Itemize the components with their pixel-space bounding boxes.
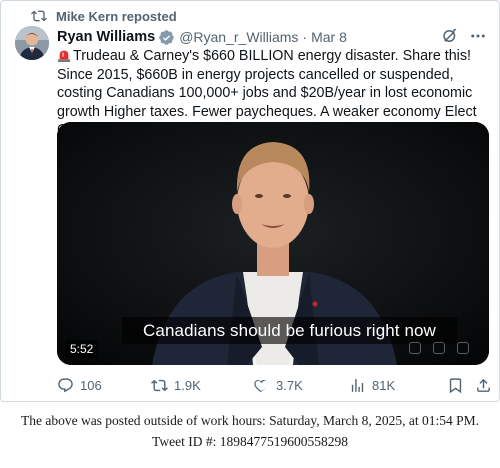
author-handle[interactable]: @Ryan_r_Williams <box>179 29 298 45</box>
repost-indicator[interactable]: Mike Kern reposted <box>31 8 177 24</box>
fullscreen-icon[interactable] <box>457 342 469 354</box>
tweet-header: Ryan Williams @Ryan_r_Williams · Mar 8 <box>57 27 487 47</box>
bookmark-icon <box>449 377 462 393</box>
video-caption: Canadians should be furious right now <box>122 317 457 344</box>
analytics-icon <box>351 378 364 392</box>
repost-button[interactable]: 1.9K <box>151 377 201 394</box>
post-date[interactable]: Mar 8 <box>311 29 347 45</box>
archive-footer: The above was posted outside of work hou… <box>0 410 500 452</box>
reply-button[interactable]: 106 <box>57 377 102 394</box>
header-actions <box>441 27 487 45</box>
video-controls <box>409 342 469 354</box>
settings-icon[interactable] <box>433 342 445 354</box>
share-button[interactable] <box>475 377 492 394</box>
siren-emoji-icon <box>57 50 71 62</box>
tweet-card[interactable]: Mike Kern reposted Ryan Williams @Ryan_r… <box>0 0 500 402</box>
reply-count: 106 <box>80 377 102 393</box>
repost-label: Mike Kern reposted <box>56 8 177 24</box>
captions-icon[interactable] <box>409 342 421 354</box>
tweet-id-note: Tweet ID #: 1898477519600558298 <box>152 434 348 449</box>
separator-dot: · <box>302 29 308 45</box>
repost-icon <box>151 379 168 391</box>
more-options-icon[interactable] <box>469 27 487 45</box>
video-player[interactable]: · · · Canadians should be furious right … <box>57 122 489 365</box>
posted-time-note: The above was posted outside of work hou… <box>20 413 480 428</box>
repost-icon <box>31 10 47 22</box>
like-count: 3.7K <box>276 377 303 393</box>
heart-icon <box>254 379 268 392</box>
like-button[interactable]: 3.7K <box>253 377 303 394</box>
author-name[interactable]: Ryan Williams <box>57 29 155 45</box>
repost-count: 1.9K <box>174 377 201 393</box>
bookmark-button[interactable] <box>447 377 464 394</box>
avatar[interactable] <box>15 26 49 60</box>
view-count: 81K <box>372 377 396 393</box>
grok-icon[interactable] <box>441 27 459 45</box>
tweet-actions: 106 1.9K 3.7K 81K <box>57 375 491 395</box>
share-icon <box>477 378 490 392</box>
verified-badge-icon[interactable] <box>158 29 175 46</box>
video-duration: 5:52 <box>65 340 99 358</box>
reply-icon <box>58 377 73 392</box>
views-button[interactable]: 81K <box>349 377 395 394</box>
